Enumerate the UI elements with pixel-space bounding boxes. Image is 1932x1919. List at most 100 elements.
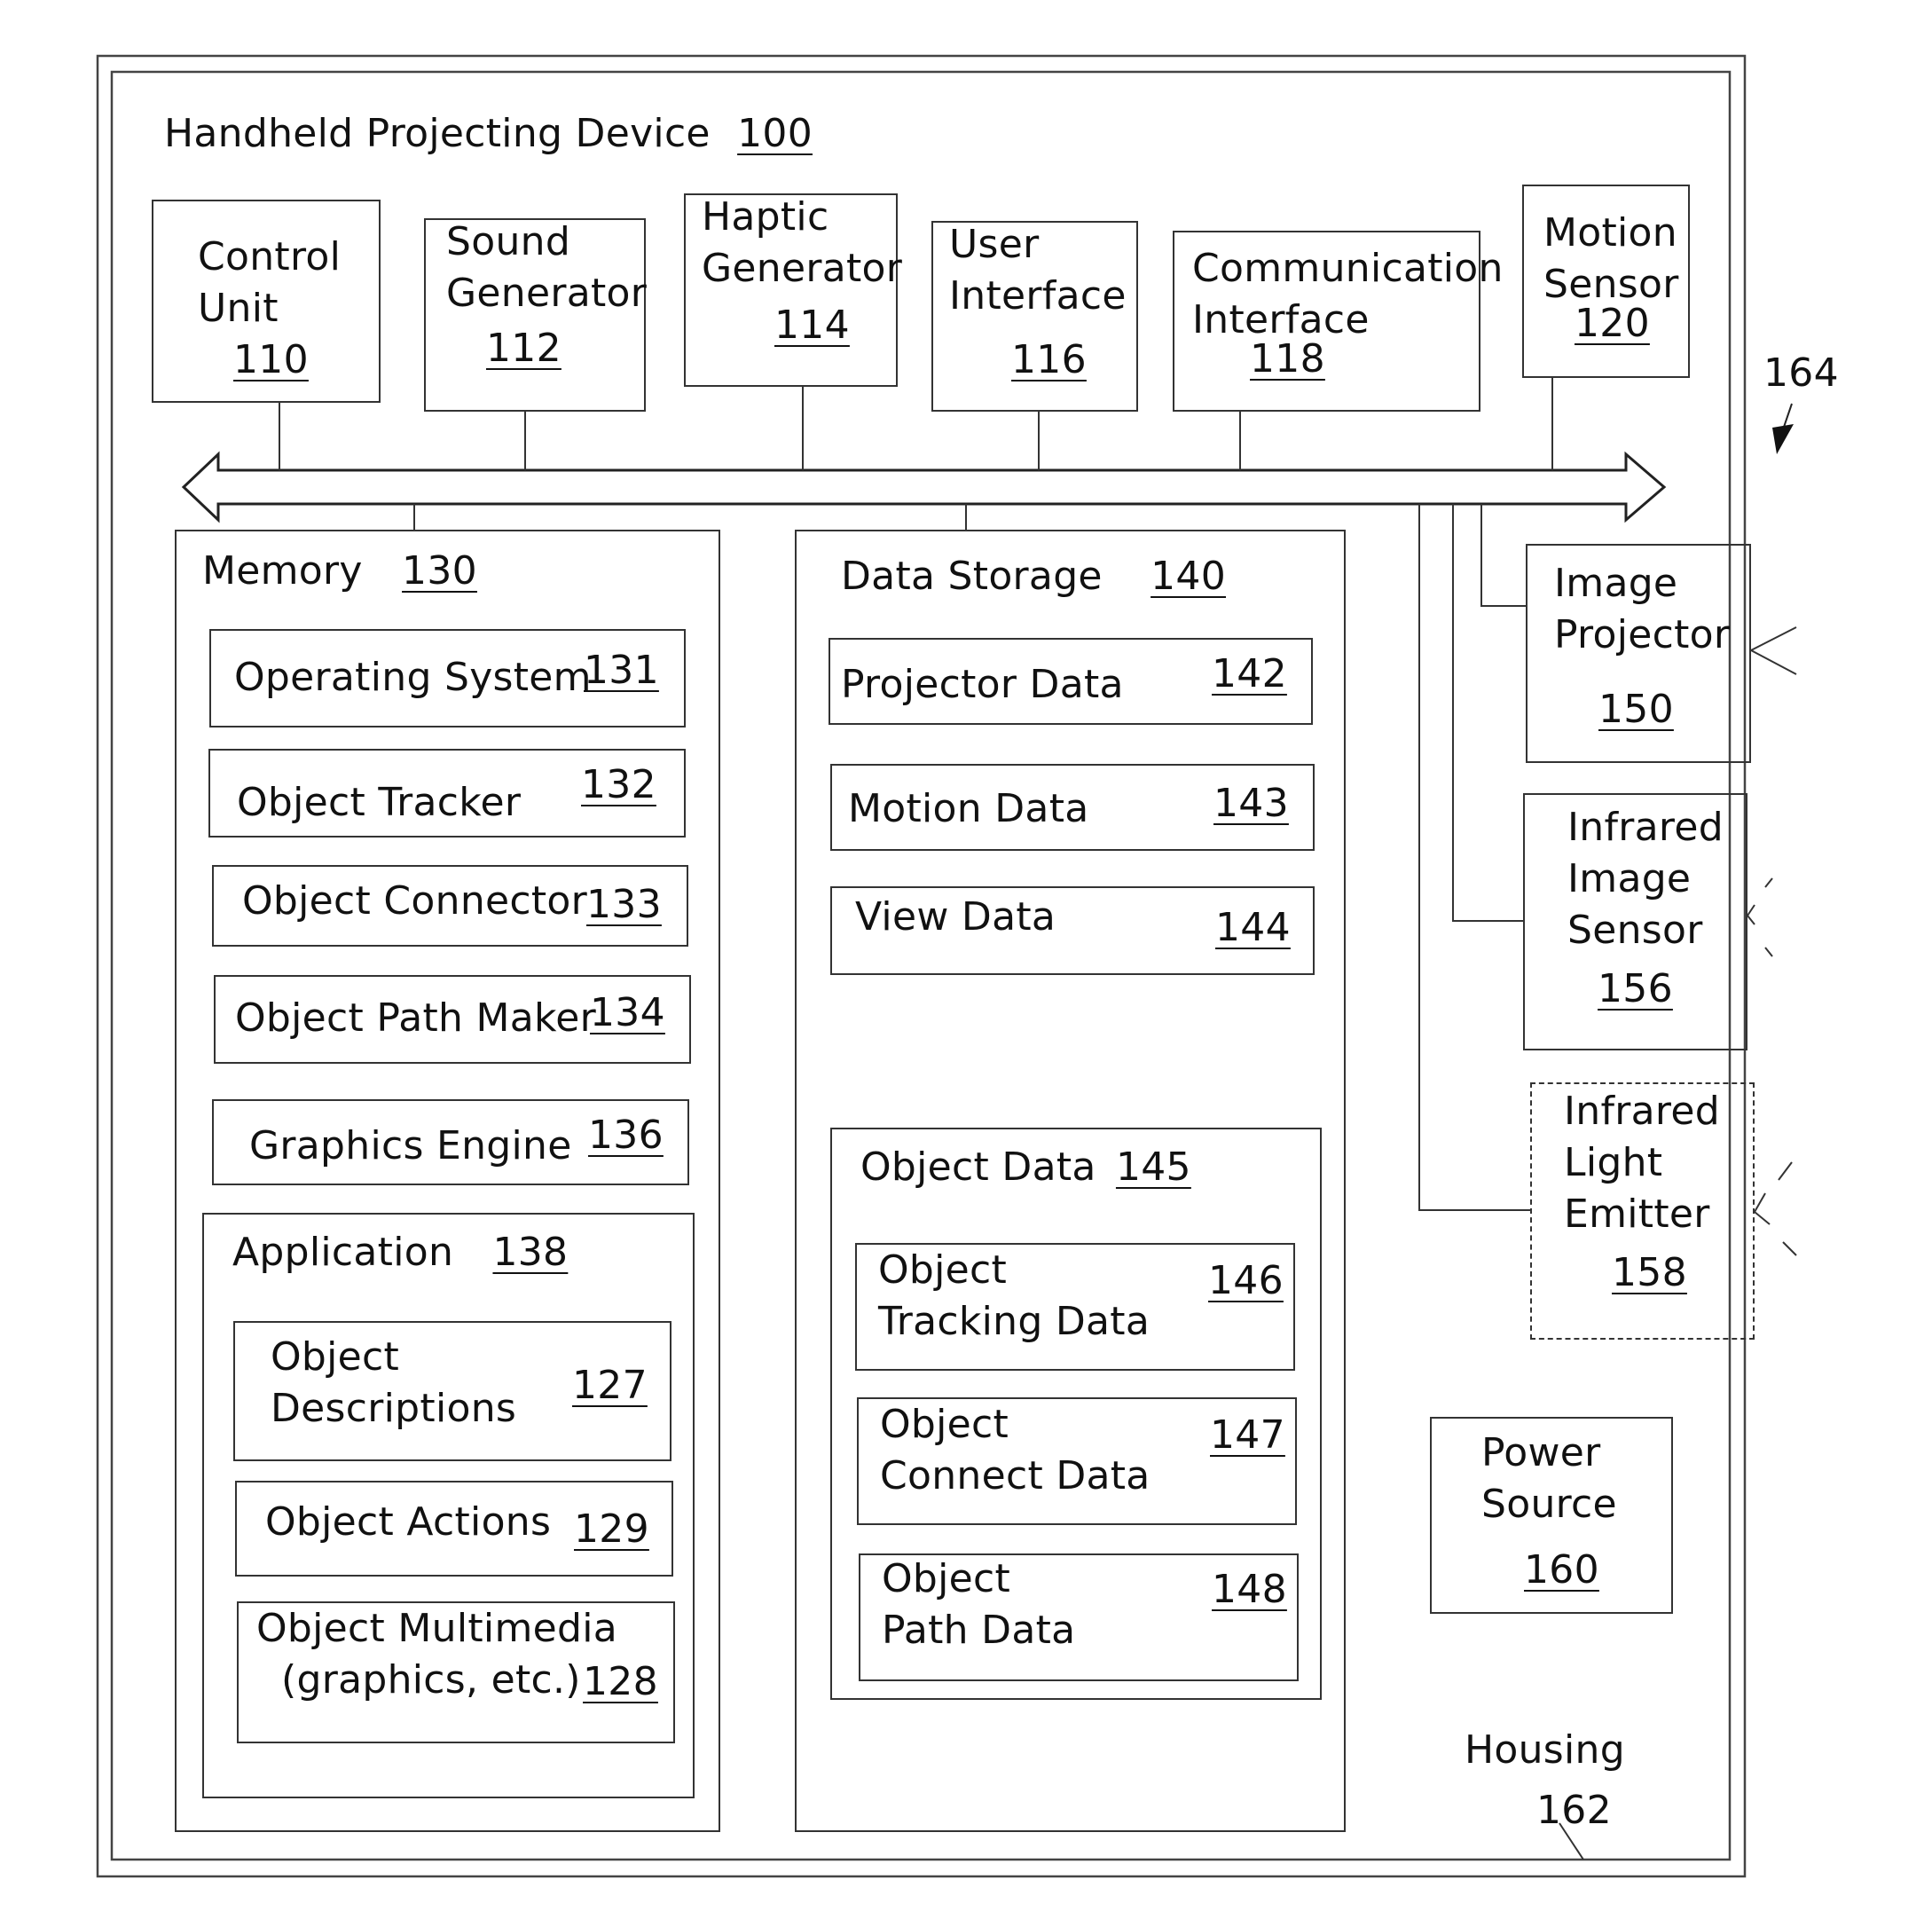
infrared-light-emitter-box: Infrared Light Emitter 158	[1530, 1082, 1755, 1340]
wire-image-projector	[1480, 504, 1526, 607]
communication-interface-ref: 118	[1250, 336, 1325, 381]
haptic-generator-label-1: Haptic	[702, 194, 829, 240]
user-interface-label-2: Interface	[949, 273, 1127, 319]
object-data-item-path: Object Path Data 148	[859, 1553, 1299, 1681]
wire-ir-light-emitter	[1418, 504, 1530, 1211]
application-item-object-multimedia: Object Multimedia (graphics, etc.) 128	[237, 1601, 675, 1743]
image-projector-label-1: Image	[1554, 561, 1678, 606]
motion-sensor-label-1: Motion	[1543, 210, 1677, 256]
memory-item-operating-system: Operating System 131	[209, 629, 686, 727]
haptic-generator-box: Haptic Generator 114	[684, 193, 902, 387]
control-unit-label-1: Control	[198, 234, 342, 279]
control-unit-ref: 110	[233, 337, 309, 382]
data-storage-box: Data Storage 140 Projector Data 142 Moti…	[795, 530, 1346, 1832]
sound-generator-label-2: Generator	[446, 271, 648, 316]
infrared-light-emitter-label-2: Light	[1564, 1140, 1663, 1185]
infrared-image-sensor-ref: 156	[1598, 966, 1673, 1011]
object-actions-label: Object Actions	[265, 1499, 552, 1545]
view-data-ref: 144	[1215, 905, 1291, 950]
storage-item-motion-data: Motion Data 143	[830, 764, 1315, 851]
object-connect-data-ref: 147	[1210, 1412, 1285, 1458]
image-projector-ref: 150	[1598, 687, 1674, 732]
sound-generator-label-1: Sound	[446, 219, 571, 264]
user-interface-ref: 116	[1011, 337, 1087, 382]
control-unit-box: Control Unit 110	[152, 200, 381, 403]
operating-system-label: Operating System	[234, 655, 592, 700]
sensor-rays	[1747, 877, 1773, 957]
projector-data-ref: 142	[1212, 651, 1287, 696]
object-path-data-ref: 148	[1212, 1567, 1287, 1612]
infrared-image-sensor-box: Infrared Image Sensor 156	[1523, 793, 1747, 1050]
object-data-item-tracking: Object Tracking Data 146	[855, 1243, 1295, 1371]
object-connector-label: Object Connector	[242, 878, 588, 924]
system-bus-arrow	[181, 451, 1667, 523]
image-projector-label-2: Projector	[1554, 612, 1731, 657]
object-tracking-data-label-1: Object	[878, 1247, 1008, 1293]
power-source-ref: 160	[1524, 1547, 1599, 1593]
object-data-box: Object Data 145 Object Tracking Data 146 …	[830, 1128, 1322, 1700]
application-ref: 138	[492, 1230, 569, 1275]
object-connect-data-label-1: Object	[880, 1402, 1009, 1447]
ref-164-label: 164	[1763, 350, 1839, 396]
object-descriptions-label-1: Object	[271, 1334, 400, 1380]
wire-ir-image-sensor	[1452, 504, 1523, 922]
figure-title: Handheld Projecting Device 100	[164, 108, 813, 160]
object-data-ref: 145	[1115, 1144, 1191, 1190]
object-path-maker-label: Object Path Maker	[235, 995, 597, 1041]
housing-ref: 162	[1536, 1788, 1612, 1833]
memory-item-object-connector: Object Connector 133	[212, 865, 688, 947]
power-source-label-2: Source	[1481, 1482, 1617, 1527]
infrared-light-emitter-label-3: Emitter	[1564, 1192, 1710, 1237]
user-interface-label-1: User	[949, 222, 1040, 267]
motion-data-label: Motion Data	[848, 786, 1089, 831]
object-multimedia-label-2: (graphics, etc.)	[281, 1657, 581, 1703]
motion-sensor-box: Motion Sensor 120	[1522, 185, 1690, 378]
projector-rays	[1750, 626, 1797, 675]
infrared-light-emitter-label-1: Infrared	[1564, 1089, 1720, 1134]
haptic-generator-ref: 114	[774, 303, 850, 348]
application-item-object-descriptions: Object Descriptions 127	[233, 1321, 671, 1461]
object-path-data-label-2: Path Data	[882, 1608, 1076, 1653]
motion-data-ref: 143	[1213, 781, 1289, 826]
memory-item-graphics-engine: Graphics Engine 136	[212, 1099, 689, 1185]
memory-item-object-path-maker: Object Path Maker 134	[214, 975, 691, 1064]
object-tracking-data-ref: 146	[1208, 1258, 1284, 1303]
object-connect-data-label-2: Connect Data	[880, 1453, 1151, 1498]
object-path-maker-ref: 134	[590, 990, 665, 1035]
storage-item-projector-data: Projector Data 142	[829, 638, 1313, 725]
object-actions-ref: 129	[574, 1506, 649, 1552]
haptic-generator-label-2: Generator	[702, 246, 903, 291]
object-multimedia-ref: 128	[583, 1659, 658, 1704]
sound-generator-box: Sound Generator 112	[424, 218, 648, 412]
infrared-light-emitter-ref: 158	[1612, 1250, 1687, 1295]
object-descriptions-label-2: Descriptions	[271, 1386, 517, 1431]
memory-label: Memory	[202, 548, 363, 594]
graphics-engine-label: Graphics Engine	[249, 1123, 572, 1168]
emitter-rays	[1754, 1161, 1797, 1256]
data-storage-label: Data Storage	[841, 554, 1103, 599]
communication-interface-box: Communication Interface 118	[1173, 231, 1503, 412]
object-tracking-data-label-2: Tracking Data	[878, 1299, 1151, 1344]
figure-title-ref: 100	[737, 111, 813, 156]
control-unit-label-2: Unit	[198, 286, 279, 331]
application-label: Application	[232, 1230, 454, 1275]
infrared-image-sensor-label-3: Sensor	[1567, 908, 1703, 953]
infrared-image-sensor-label-1: Infrared	[1567, 805, 1724, 850]
object-data-label: Object Data	[860, 1144, 1096, 1190]
storage-item-view-data: View Data 144	[830, 886, 1315, 975]
object-data-item-connect: Object Connect Data 147	[857, 1397, 1297, 1525]
ref-164-arrowhead	[1772, 424, 1794, 454]
application-item-object-actions: Object Actions 129	[235, 1481, 673, 1577]
infrared-image-sensor-label-2: Image	[1567, 856, 1692, 901]
application-box: Application 138 Object Descriptions 127 O…	[202, 1213, 695, 1798]
graphics-engine-ref: 136	[588, 1113, 664, 1158]
object-tracker-ref: 132	[581, 762, 656, 807]
communication-interface-label-1: Communication	[1192, 246, 1504, 291]
object-multimedia-label-1: Object Multimedia	[256, 1606, 617, 1651]
image-projector-box: Image Projector 150	[1526, 544, 1751, 763]
memory-ref: 130	[402, 548, 477, 594]
object-descriptions-ref: 127	[572, 1363, 648, 1408]
operating-system-ref: 131	[584, 648, 659, 693]
object-tracker-label: Object Tracker	[237, 780, 522, 825]
projector-data-label: Projector Data	[841, 662, 1124, 707]
